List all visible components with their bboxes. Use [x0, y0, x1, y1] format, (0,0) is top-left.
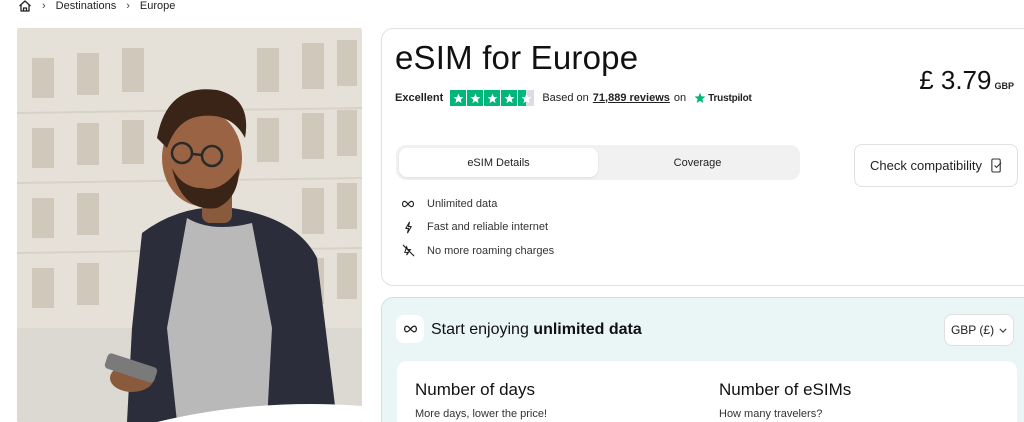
- trustpilot-star-icon: [694, 92, 706, 104]
- infinity-icon: [396, 315, 424, 343]
- days-subtitle: More days, lower the price!: [415, 408, 548, 420]
- currency-select[interactable]: GBP (£): [944, 314, 1014, 346]
- infinity-icon: [401, 197, 415, 211]
- based-on-text: Based on: [542, 92, 589, 104]
- no-roaming-icon: [401, 244, 415, 258]
- tab-esim-details[interactable]: eSIM Details: [399, 148, 598, 177]
- esims-subtitle: How many travelers?: [719, 408, 823, 420]
- check-compatibility-label: Check compatibility: [870, 158, 982, 173]
- breadcrumb-europe: Europe: [139, 0, 176, 12]
- price-amount: £ 3.79: [919, 65, 992, 95]
- trustpilot-logo[interactable]: Trustpilot: [694, 92, 752, 104]
- plan-heading: Start enjoying unlimited data: [431, 321, 642, 339]
- chevron-down-icon: [999, 328, 1007, 333]
- star-icon: [467, 90, 484, 106]
- esims-section: Number of eSIMs How many travelers?: [719, 380, 851, 420]
- list-item: No more roaming charges: [401, 239, 554, 263]
- chevron-right-icon: ›: [42, 0, 46, 12]
- feature-label: Unlimited data: [427, 197, 498, 210]
- half-star-icon: [518, 90, 535, 106]
- rating-label: Excellent: [395, 92, 444, 104]
- hero-photo: [17, 28, 362, 422]
- rating-stars: [450, 90, 535, 106]
- feature-label: No more roaming charges: [427, 244, 555, 257]
- trustpilot-rating: Excellent Based on 71,889 reviews on Tru…: [395, 90, 752, 106]
- days-title: Number of days: [415, 380, 535, 399]
- star-icon: [450, 90, 467, 106]
- phone-check-icon: [991, 158, 1002, 173]
- star-icon: [484, 90, 501, 106]
- page-title: eSIM for Europe: [395, 39, 639, 76]
- home-icon[interactable]: [18, 0, 32, 12]
- feature-list: Unlimited data Fast and reliable interne…: [401, 192, 554, 263]
- trustpilot-label: Trustpilot: [708, 92, 752, 104]
- breadcrumb-destinations[interactable]: Destinations: [56, 0, 117, 12]
- chevron-right-icon: ›: [126, 0, 130, 12]
- check-compatibility-button[interactable]: Check compatibility: [854, 144, 1018, 187]
- star-icon: [501, 90, 518, 106]
- price: £ 3.79 GBP: [919, 65, 1014, 96]
- lightning-icon: [401, 220, 415, 234]
- list-item: Unlimited data: [401, 192, 554, 216]
- days-section: Number of days More days, lower the pric…: [415, 380, 547, 420]
- product-card: eSIM for Europe £ 3.79 GBP Excellent Bas…: [381, 28, 1024, 286]
- plan-configurator: Start enjoying unlimited data GBP (£) Nu…: [381, 297, 1024, 422]
- plan-heading-bold: unlimited data: [533, 321, 642, 338]
- list-item: Fast and reliable internet: [401, 216, 554, 240]
- details-tabs: eSIM Details Coverage: [396, 145, 800, 180]
- currency-value: GBP (£): [950, 323, 995, 337]
- on-text: on: [673, 92, 687, 104]
- breadcrumb: › Destinations › Europe: [18, 0, 175, 12]
- tab-coverage[interactable]: Coverage: [598, 148, 797, 177]
- plan-options: Number of days More days, lower the pric…: [397, 361, 1017, 422]
- esims-title: Number of eSIMs: [719, 380, 852, 399]
- feature-label: Fast and reliable internet: [427, 221, 549, 234]
- price-currency: GBP: [994, 81, 1014, 91]
- reviews-link[interactable]: 71,889 reviews: [593, 92, 670, 104]
- plan-heading-prefix: Start enjoying: [431, 321, 529, 338]
